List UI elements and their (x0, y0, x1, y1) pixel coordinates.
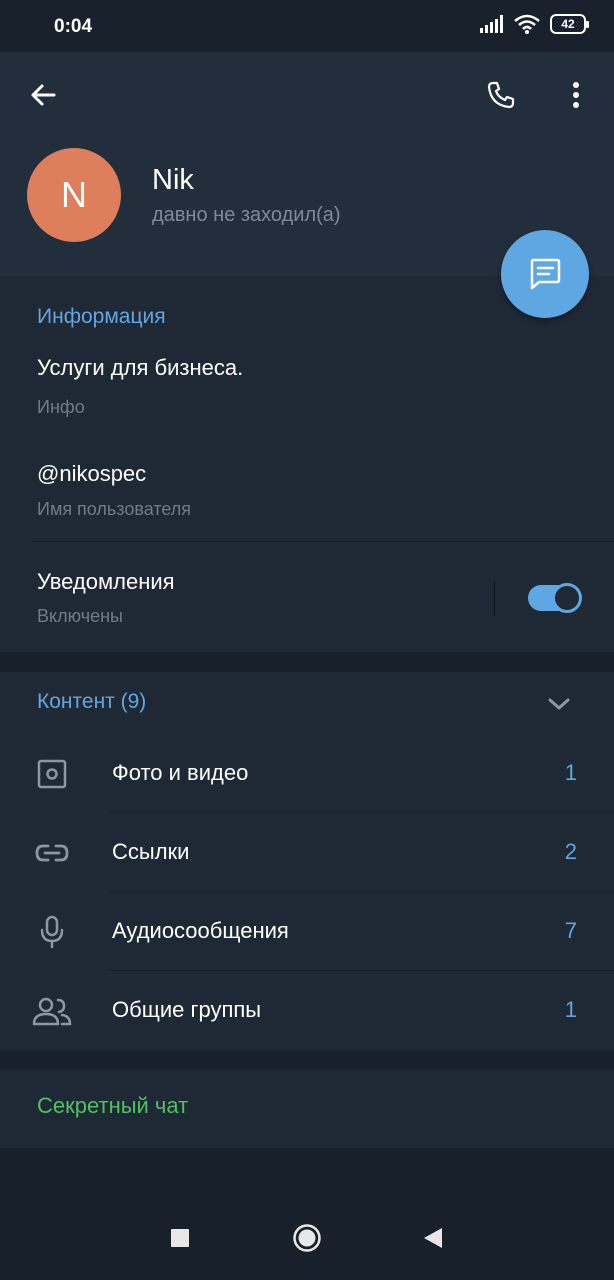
status-icons: 42 (480, 14, 589, 34)
status-bar: 0:04 42 (0, 0, 614, 52)
content-item-voice[interactable]: Аудиосообщения 7 (0, 892, 614, 971)
call-button[interactable] (478, 72, 524, 118)
profile-last-seen: давно не заходил(а) (152, 204, 341, 226)
arrow-left-icon (31, 84, 56, 106)
notifications-item[interactable]: Уведомления Включены (0, 542, 614, 652)
content-item-label: Общие группы (112, 997, 262, 1022)
username-item[interactable]: @nikospec Имя пользователя (0, 448, 614, 540)
content-section-title: Контент (9) (37, 690, 147, 713)
notifications-caption: Включены (37, 606, 123, 626)
microphone-icon (32, 912, 72, 952)
recents-button[interactable] (160, 1218, 200, 1258)
notifications-toggle[interactable] (528, 583, 582, 613)
more-vertical-icon (573, 82, 579, 108)
notifications-label: Уведомления (37, 569, 175, 594)
home-button[interactable] (287, 1218, 327, 1258)
profile-name: Nik (152, 164, 194, 196)
bio-item[interactable]: Услуги для бизнеса. Инфо (0, 342, 614, 438)
toggle-separator (494, 582, 495, 616)
content-item-label: Фото и видео (112, 760, 249, 785)
home-circle-icon (293, 1224, 321, 1252)
content-item-label: Ссылки (112, 839, 190, 864)
content-item-photos[interactable]: Фото и видео 1 (0, 734, 614, 813)
battery-level: 42 (561, 17, 575, 31)
system-nav-bar (0, 1196, 614, 1280)
more-button[interactable] (553, 72, 599, 118)
content-header[interactable]: Контент (9) (0, 672, 614, 734)
secret-chat-button[interactable]: Секретный чат (0, 1070, 614, 1148)
content-section: Контент (9) Фото и видео 1 Ссылки 2 Ауди… (0, 672, 614, 1050)
phone-icon (487, 81, 515, 109)
content-item-count: 1 (564, 760, 577, 785)
avatar[interactable]: N (27, 148, 121, 242)
info-section-title: Информация (37, 305, 166, 328)
username-text: @nikospec (37, 461, 147, 486)
content-item-links[interactable]: Ссылки 2 (0, 813, 614, 892)
back-button[interactable] (20, 72, 66, 118)
content-item-count: 7 (564, 918, 577, 943)
info-section: Информация Услуги для бизнеса. Инфо @nik… (0, 276, 614, 652)
bio-text: Услуги для бизнеса. (37, 355, 244, 380)
avatar-letter: N (61, 174, 87, 215)
send-message-button[interactable] (501, 230, 589, 318)
username-caption: Имя пользователя (37, 499, 192, 519)
battery-icon: 42 (550, 14, 589, 34)
triangle-back-icon (424, 1228, 442, 1248)
photo-icon (32, 754, 72, 794)
square-icon (171, 1229, 189, 1247)
content-item-groups[interactable]: Общие группы 1 (0, 971, 614, 1050)
wifi-icon (514, 14, 540, 34)
bio-caption: Инфо (37, 397, 85, 417)
groups-icon (32, 991, 72, 1031)
status-time: 0:04 (54, 16, 93, 37)
link-icon (32, 833, 72, 873)
toggle-knob (552, 583, 582, 613)
content-item-count: 1 (564, 997, 577, 1022)
signal-icon (480, 15, 503, 33)
chevron-down-icon (548, 698, 570, 710)
message-icon (530, 258, 561, 290)
content-item-count: 2 (564, 839, 577, 864)
back-nav-button[interactable] (413, 1218, 453, 1258)
secret-chat-label: Секретный чат (37, 1093, 189, 1118)
content-item-label: Аудиосообщения (112, 918, 289, 943)
